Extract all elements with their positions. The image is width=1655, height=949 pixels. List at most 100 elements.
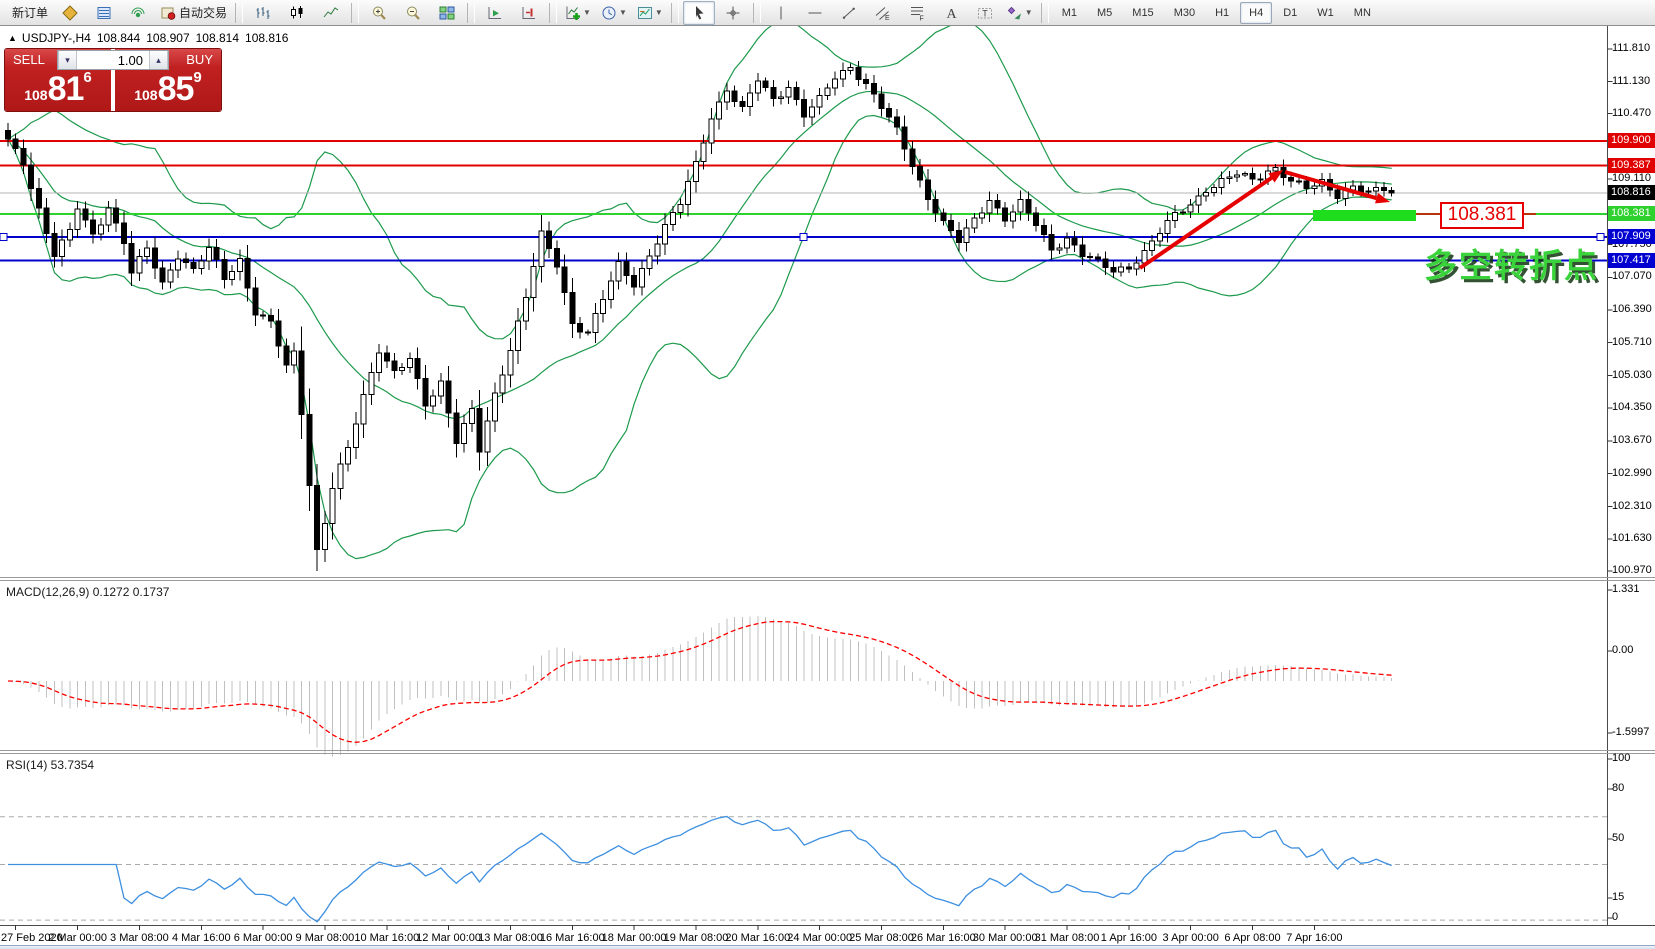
candle <box>160 268 165 282</box>
candle <box>446 381 451 413</box>
timeframe-d1-button[interactable]: D1 <box>1274 2 1306 24</box>
timeframe-h4-button[interactable]: H4 <box>1240 2 1272 24</box>
candle <box>1188 205 1193 212</box>
candle <box>1366 191 1371 192</box>
channel-button[interactable]: E <box>867 1 899 25</box>
chart-area: ▲USDJPY-,H4108.844108.907108.814108.816 … <box>0 26 1655 949</box>
periods-button[interactable]: ▼ <box>597 1 631 25</box>
horizontal-line-button[interactable] <box>799 1 831 25</box>
candle <box>245 259 250 288</box>
price-tick-label: 102.310 <box>1612 500 1655 512</box>
sell-label: SELL <box>13 52 45 67</box>
trend-arrow[interactable] <box>1285 172 1377 198</box>
timeframe-w1-button[interactable]: W1 <box>1308 2 1343 24</box>
shapes-button[interactable]: ▼ <box>1003 1 1037 25</box>
ohlc-low: 108.814 <box>196 31 239 45</box>
timeframe-m5-button[interactable]: M5 <box>1088 2 1121 24</box>
auto-scroll-button[interactable] <box>479 1 511 25</box>
zoom-out-button[interactable] <box>397 1 429 25</box>
candle <box>83 209 88 220</box>
candle <box>493 393 498 421</box>
candle <box>423 378 428 406</box>
candle <box>1095 257 1100 259</box>
price-annotation-box[interactable]: 108.381 <box>1440 202 1524 229</box>
candle <box>1126 267 1131 269</box>
line-selection-handle[interactable] <box>0 233 7 240</box>
candle <box>292 351 297 365</box>
volume-down-button[interactable]: ▾ <box>58 51 77 69</box>
line-chart-button[interactable] <box>315 1 347 25</box>
cursor-button[interactable] <box>683 1 715 25</box>
toolbar-separator <box>549 3 557 23</box>
candle <box>307 414 312 485</box>
candle <box>585 332 590 333</box>
charts-button[interactable] <box>54 1 86 25</box>
zoom-in-button[interactable] <box>363 1 395 25</box>
candle <box>462 423 467 443</box>
volume-up-button[interactable]: ▴ <box>149 51 168 69</box>
crosshair-button[interactable] <box>717 1 749 25</box>
macd-tick-label: 0.00 <box>1612 644 1655 656</box>
line-selection-handle[interactable] <box>800 233 807 240</box>
candle <box>856 68 861 80</box>
price-tag-108.381: 108.381 <box>1608 206 1655 221</box>
timeframe-m30-button[interactable]: M30 <box>1165 2 1204 24</box>
volume-input[interactable] <box>77 51 149 69</box>
candle <box>508 351 513 376</box>
signals-button[interactable] <box>122 1 154 25</box>
timeframe-m15-button[interactable]: M15 <box>1123 2 1162 24</box>
candle <box>191 263 196 269</box>
candle <box>809 107 814 117</box>
candle <box>1389 191 1394 194</box>
trendline-button[interactable] <box>833 1 865 25</box>
bar-chart-button[interactable] <box>247 1 279 25</box>
toolbar-separator <box>753 3 761 23</box>
candle <box>299 351 304 415</box>
chart-ohlc-title: ▲USDJPY-,H4108.844108.907108.814108.816 <box>8 31 294 45</box>
candle <box>322 524 327 550</box>
candle <box>1088 256 1093 257</box>
candle <box>763 81 768 87</box>
text-label-button[interactable]: T <box>969 1 1001 25</box>
candle <box>539 231 544 267</box>
candle <box>469 408 474 423</box>
templates-button[interactable]: ▼ <box>633 1 667 25</box>
chart-shift-button[interactable] <box>513 1 545 25</box>
candle <box>137 257 142 274</box>
timeframe-mn-button[interactable]: MN <box>1345 2 1380 24</box>
autotrading-button[interactable]: 自动交易 <box>156 1 231 25</box>
candle <box>145 248 150 257</box>
candle <box>554 248 559 266</box>
indicators-button[interactable]: ▼ <box>561 1 595 25</box>
timeframe-h1-button[interactable]: H1 <box>1206 2 1238 24</box>
candle <box>1273 167 1278 171</box>
candle <box>570 293 575 324</box>
candle <box>1103 259 1108 267</box>
candle-chart-button[interactable] <box>281 1 313 25</box>
candle <box>964 228 969 243</box>
candle <box>686 182 691 205</box>
candle <box>601 299 606 313</box>
time-label: 7 Apr 16:00 <box>1286 932 1342 944</box>
templates-icon <box>637 5 653 21</box>
vertical-line-button[interactable] <box>765 1 797 25</box>
market-watch-button[interactable] <box>88 1 120 25</box>
turning-point-annotation[interactable]: 多空转折点 <box>1424 239 1599 287</box>
candle <box>438 381 443 396</box>
text-button[interactable]: A <box>935 1 967 25</box>
candle <box>833 79 838 88</box>
rsi-tick-label: 50 <box>1612 832 1655 844</box>
candle <box>1165 221 1170 234</box>
tile-windows-button[interactable] <box>431 1 463 25</box>
support-zone-bar[interactable] <box>1313 210 1416 221</box>
candle <box>268 315 273 321</box>
chart-canvas[interactable] <box>0 26 1655 949</box>
candle <box>980 213 985 218</box>
timeframe-m1-button[interactable]: M1 <box>1053 2 1086 24</box>
price-tag-107.417: 107.417 <box>1608 253 1655 268</box>
time-label: 4 Mar 16:00 <box>172 932 231 944</box>
fibonacci-button[interactable]: F <box>901 1 933 25</box>
candle <box>346 447 351 464</box>
new-order-button[interactable]: 新订单 <box>5 1 52 25</box>
candle <box>1157 233 1162 241</box>
